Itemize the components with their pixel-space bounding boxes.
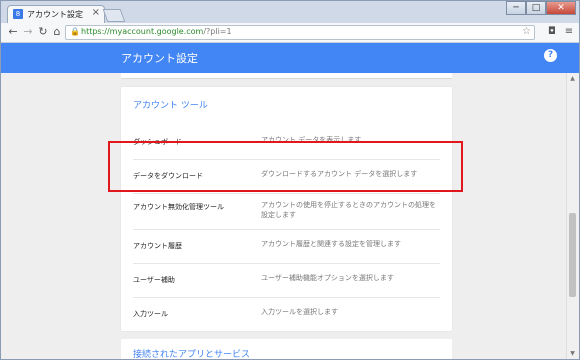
row-label: 入力ツール — [133, 310, 168, 318]
row-description: 入力ツールを選択します — [261, 308, 338, 316]
tab-close-icon[interactable]: × — [92, 7, 100, 18]
row-label: ユーザー補助 — [133, 276, 175, 284]
back-arrow-icon[interactable]: ← — [6, 25, 20, 39]
tool-row-inactive-account-manager[interactable]: アカウント無効化管理ツール アカウントの使用を停止するときのアカウントの処理を設… — [121, 193, 452, 229]
highlight-box — [108, 141, 463, 192]
tool-row-input-tools[interactable]: 入力ツール 入力ツールを選択します — [121, 297, 452, 331]
camera-extension-icon[interactable]: ◘ — [545, 25, 559, 39]
browser-window: 8 アカウント設定 × ─ □ ✕ ← → ↻ ⌂ 🔒 https://myac… — [0, 0, 580, 360]
reload-icon[interactable]: ↻ — [36, 25, 50, 39]
previous-card-bottom — [121, 73, 452, 79]
browser-tab[interactable]: 8 アカウント設定 × — [7, 5, 105, 23]
section-title[interactable]: 接続されたアプリとサービス — [133, 347, 250, 359]
scroll-up-icon[interactable]: ▲ — [568, 74, 577, 83]
url-text: https://myaccount.google.com/?pli=1 — [81, 27, 232, 36]
connected-apps-card: 接続されたアプリとサービス — [121, 339, 452, 359]
row-divider — [133, 193, 440, 194]
home-icon[interactable]: ⌂ — [50, 25, 64, 39]
lock-icon: 🔒 — [70, 27, 80, 36]
title-bar: 8 アカウント設定 × ─ □ ✕ — [1, 1, 579, 23]
row-description: アカウント履歴と関連する設定を管理します — [261, 240, 401, 248]
forward-arrow-icon[interactable]: → — [21, 25, 35, 39]
row-divider — [133, 297, 440, 298]
url-path: /?pli=1 — [203, 27, 232, 36]
url-host: https://myaccount.google.com — [81, 27, 204, 36]
tool-row-account-history[interactable]: アカウント履歴 アカウント履歴と関連する設定を管理します — [121, 229, 452, 263]
page-header: アカウント設定 ? — [1, 43, 579, 73]
new-tab-button[interactable] — [102, 9, 126, 22]
row-label: アカウント無効化管理ツール — [133, 203, 224, 211]
account-tools-card: アカウント ツール ダッシュボード アカウント データを表示します データをダウ… — [121, 87, 452, 331]
section-title: アカウント ツール — [133, 101, 208, 111]
menu-icon[interactable]: ≡ — [562, 25, 576, 39]
scroll-down-icon[interactable]: ▼ — [568, 349, 577, 358]
row-description: アカウントの使用を停止するときのアカウントの処理を設定します — [261, 201, 436, 219]
close-window-button[interactable]: ✕ — [546, 1, 576, 15]
row-divider — [133, 263, 440, 264]
tab-title: アカウント設定 — [27, 10, 83, 19]
browser-toolbar: ← → ↻ ⌂ 🔒 https://myaccount.google.com/?… — [1, 23, 579, 43]
vertical-scrollbar[interactable]: ▲ ▼ — [566, 73, 578, 359]
bookmark-star-icon[interactable]: ☆ — [522, 26, 531, 37]
help-icon[interactable]: ? — [544, 49, 557, 62]
scroll-thumb[interactable] — [569, 213, 576, 297]
address-bar[interactable]: 🔒 https://myaccount.google.com/?pli=1 ☆ — [65, 25, 535, 40]
tool-row-accessibility[interactable]: ユーザー補助 ユーザー補助機能オプションを選択します — [121, 263, 452, 297]
page-title: アカウント設定 — [121, 52, 198, 65]
window-controls: ─ □ ✕ — [506, 1, 576, 16]
row-divider — [133, 229, 440, 230]
minimize-button[interactable]: ─ — [506, 1, 526, 15]
row-label: アカウント履歴 — [133, 242, 182, 250]
google-favicon-icon: 8 — [13, 9, 23, 19]
main-content: アカウント ツール ダッシュボード アカウント データを表示します データをダウ… — [1, 73, 579, 359]
row-description: ユーザー補助機能オプションを選択します — [261, 274, 394, 282]
maximize-button[interactable]: □ — [526, 1, 546, 15]
